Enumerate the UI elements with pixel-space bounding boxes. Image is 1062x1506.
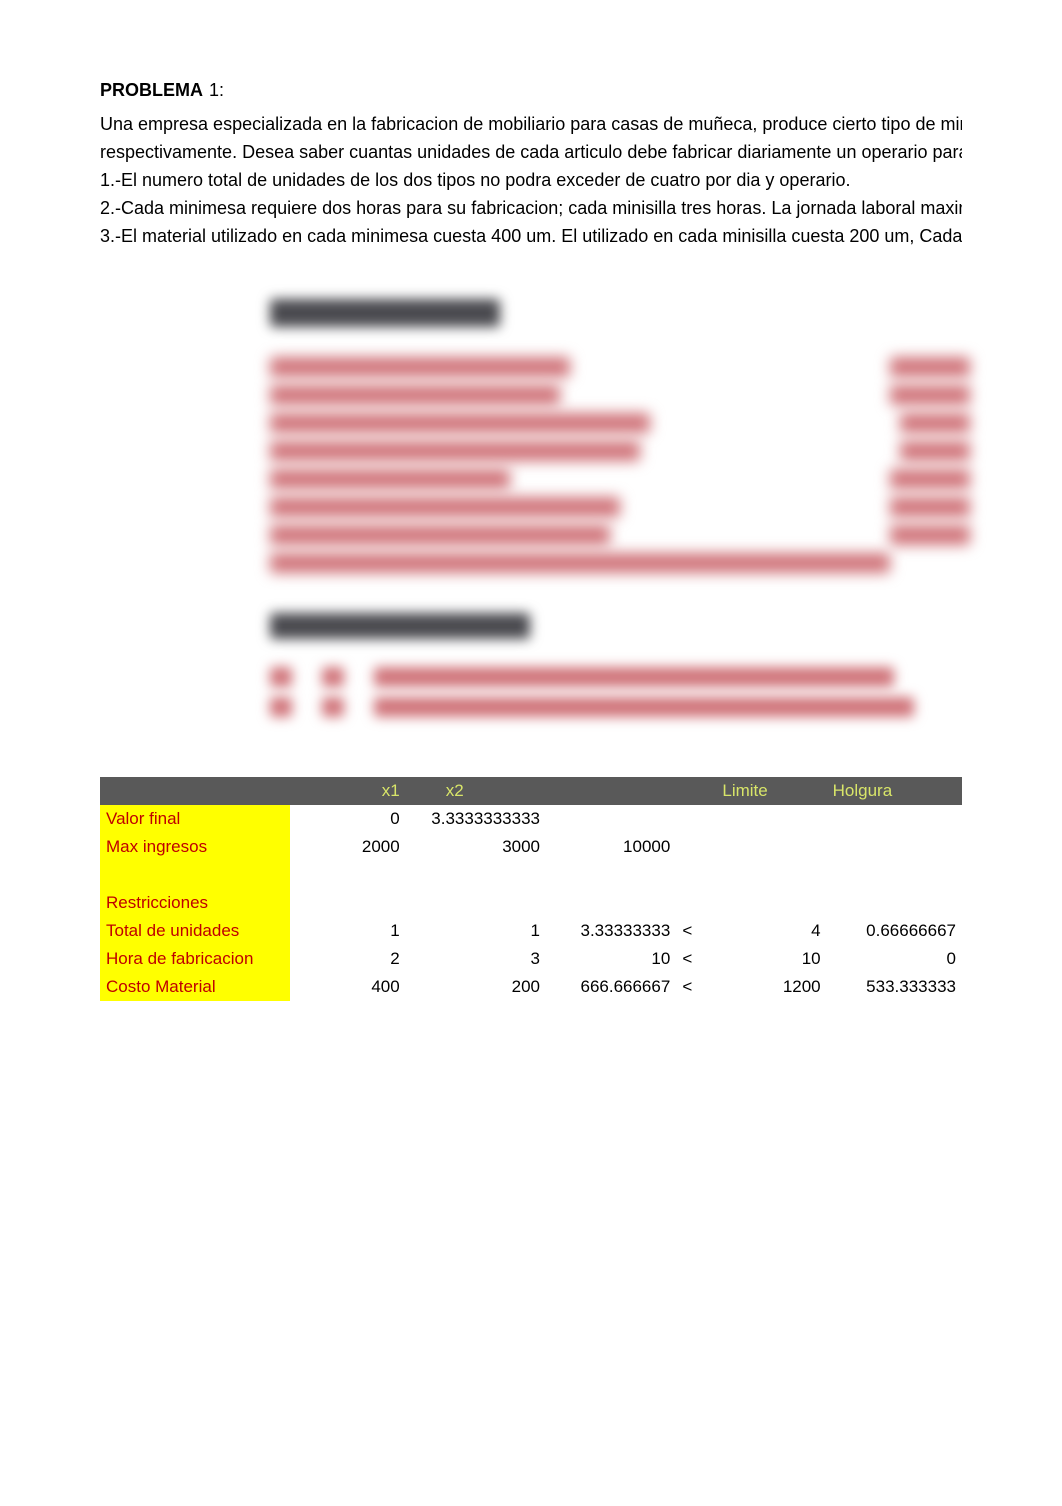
blurred-heading xyxy=(270,299,500,327)
label-restricciones: Restricciones xyxy=(100,889,290,917)
label-max-ingresos: Max ingresos xyxy=(100,833,290,861)
cell-lim: 10 xyxy=(716,945,826,973)
row-restricciones: Restricciones xyxy=(100,889,962,917)
cell-hol: 0 xyxy=(827,945,962,973)
cell-x1: 2 xyxy=(290,945,405,973)
heading-number: 1: xyxy=(209,80,224,101)
header-cell-empty xyxy=(100,777,290,805)
cell-total: 10000 xyxy=(546,833,676,861)
label-costo-material: Costo Material xyxy=(100,973,290,1001)
cell-op: < xyxy=(676,917,716,945)
row-spacer xyxy=(100,861,962,889)
blurred-list xyxy=(270,357,970,573)
blurred-subheading xyxy=(270,613,530,639)
blurred-rows xyxy=(270,667,970,717)
cell-x2: 3.3333333333 xyxy=(406,805,546,833)
cell-x1: 1 xyxy=(290,917,405,945)
cell-x1: 2000 xyxy=(290,833,405,861)
problem-line: 3.-El material utilizado en cada minimes… xyxy=(100,223,962,249)
cell-val: 3.33333333 xyxy=(546,917,676,945)
blurred-content-region xyxy=(270,299,970,717)
results-table: x1 x2 Limite Holgura Valor final 0 3.333… xyxy=(100,777,962,1001)
header-limite: Limite xyxy=(716,777,826,805)
row-costo-material: Costo Material 400 200 666.666667 < 1200… xyxy=(100,973,962,1001)
header-holgura: Holgura xyxy=(827,777,962,805)
cell-val: 10 xyxy=(546,945,676,973)
problem-statement: Una empresa especializada en la fabricac… xyxy=(100,111,962,249)
cell-hol: 533.333333 xyxy=(827,973,962,1001)
heading-bold: PROBLEMA xyxy=(100,80,203,101)
cell-val: 666.666667 xyxy=(546,973,676,1001)
cell-x2: 3 xyxy=(406,945,546,973)
row-total-unidades: Total de unidades 1 1 3.33333333 < 4 0.6… xyxy=(100,917,962,945)
header-cell-empty xyxy=(676,777,716,805)
header-x1: x1 xyxy=(290,777,405,805)
cell-hol: 0.66666667 xyxy=(827,917,962,945)
cell-x1: 400 xyxy=(290,973,405,1001)
label-total-unidades: Total de unidades xyxy=(100,917,290,945)
label-valor-final: Valor final xyxy=(100,805,290,833)
cell-x2: 3000 xyxy=(406,833,546,861)
cell-x1: 0 xyxy=(290,805,405,833)
label-hora-fabricacion: Hora de fabricacion xyxy=(100,945,290,973)
problem-line: 1.-El numero total de unidades de los do… xyxy=(100,167,962,193)
row-hora-fabricacion: Hora de fabricacion 2 3 10 < 10 0 xyxy=(100,945,962,973)
problem-line: Una empresa especializada en la fabricac… xyxy=(100,111,962,137)
cell-op: < xyxy=(676,945,716,973)
row-valor-final: Valor final 0 3.3333333333 xyxy=(100,805,962,833)
row-max-ingresos: Max ingresos 2000 3000 10000 xyxy=(100,833,962,861)
cell-x2: 1 xyxy=(406,917,546,945)
cell-lim: 1200 xyxy=(716,973,826,1001)
cell-op: < xyxy=(676,973,716,1001)
problem-line: respectivamente. Desea saber cuantas uni… xyxy=(100,139,962,165)
problem-line: 2.-Cada minimesa requiere dos horas para… xyxy=(100,195,962,221)
header-cell-empty xyxy=(546,777,676,805)
cell-x2: 200 xyxy=(406,973,546,1001)
table-header-row: x1 x2 Limite Holgura xyxy=(100,777,962,805)
header-x2: x2 xyxy=(406,777,546,805)
cell-lim: 4 xyxy=(716,917,826,945)
heading: PROBLEMA 1: xyxy=(100,80,962,101)
